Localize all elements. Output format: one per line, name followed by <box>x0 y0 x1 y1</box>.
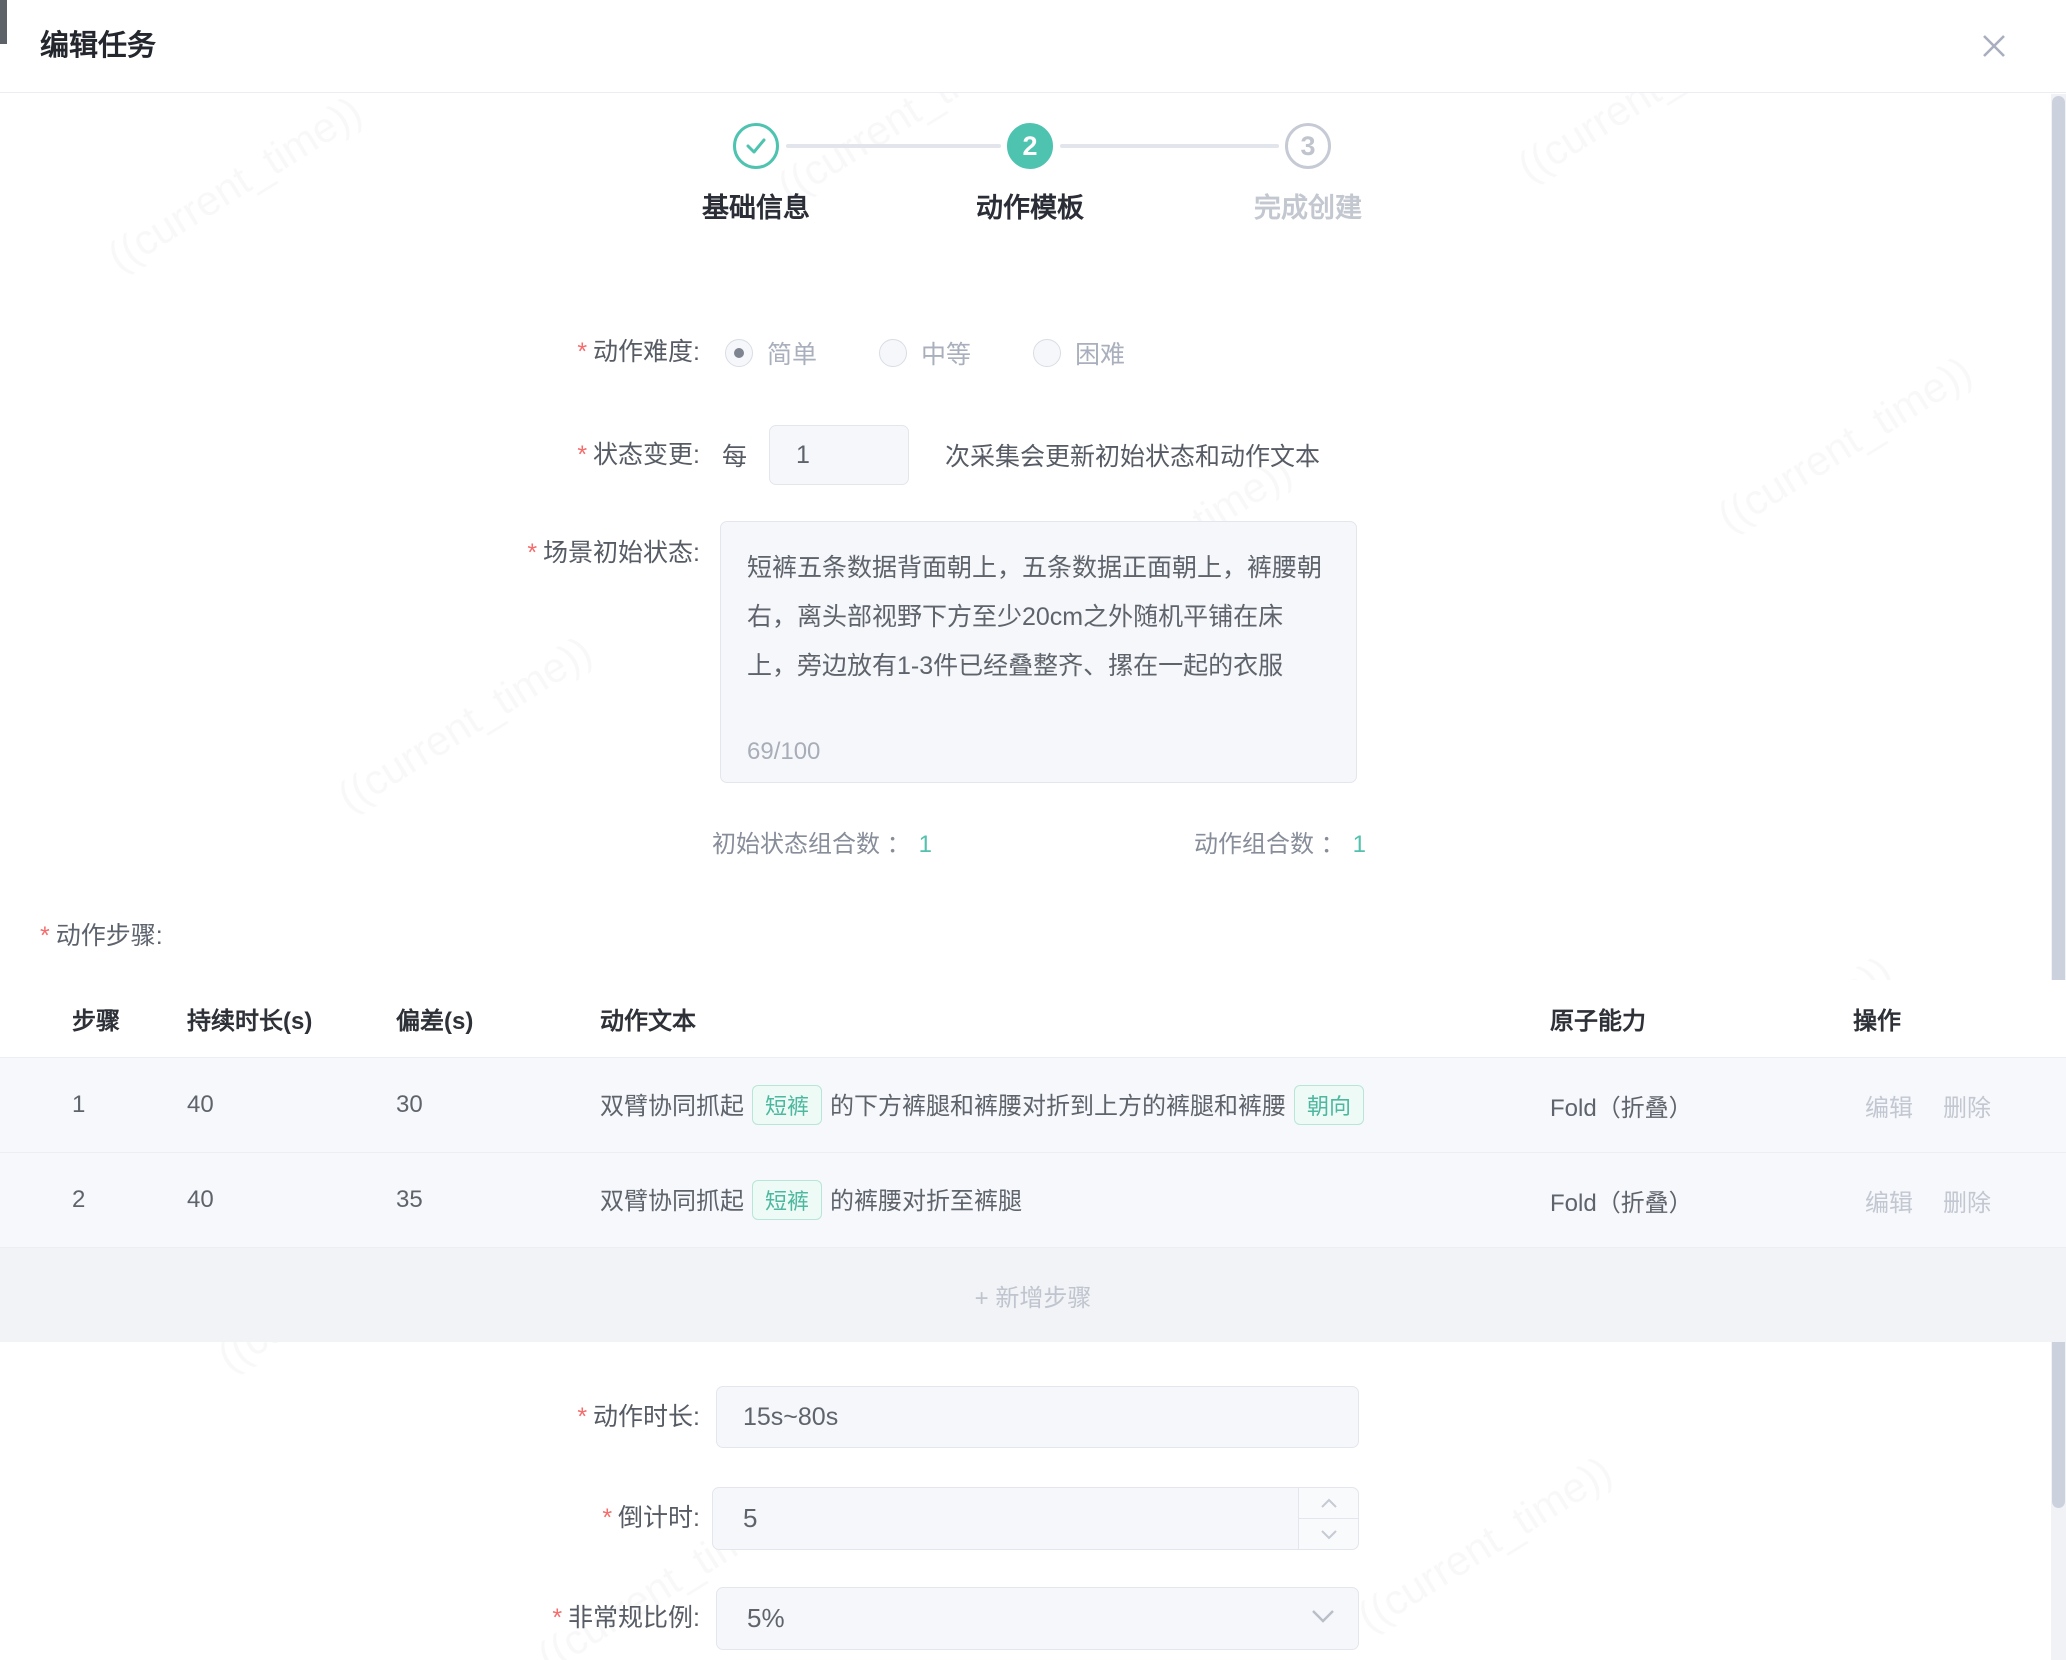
cell-action-text: 双臂协同抓起短裤的下方裤腿和裤腰对折到上方的裤腿和裤腰朝向 <box>600 1085 1550 1125</box>
state-change-suffix: 次采集会更新初始状态和动作文本 <box>945 437 1320 473</box>
object-tag: 短裤 <box>752 1180 822 1220</box>
step-3-circle[interactable]: 3 <box>1285 123 1331 169</box>
watermark-text: ((current_time)) <box>329 627 600 821</box>
close-icon[interactable] <box>1974 26 2014 66</box>
delete-link[interactable]: 删除 <box>1943 1183 1991 1218</box>
col-header-duration: 持续时长(s) <box>187 1001 396 1036</box>
orientation-tag: 朝向 <box>1294 1085 1364 1125</box>
required-asterisk: * <box>602 1504 612 1532</box>
countdown-input[interactable] <box>712 1487 1359 1550</box>
cell-duration: 40 <box>187 1091 396 1119</box>
state-change-input[interactable] <box>769 425 909 485</box>
scene-initial-textarea-wrap: 短裤五条数据背面朝上，五条数据正面朝上，裤腰朝右，离头部视野下方至少20cm之外… <box>720 521 1357 783</box>
table-row: 2 40 35 双臂协同抓起短裤的裤腰对折至裤腿 Fold（折叠） 编辑 删除 <box>0 1153 2066 1248</box>
radio-option-easy[interactable]: 简单 <box>725 335 817 371</box>
object-tag: 短裤 <box>752 1085 822 1125</box>
cell-operations: 编辑 删除 <box>1853 1088 2066 1123</box>
required-asterisk: * <box>577 1403 587 1431</box>
decrement-button[interactable] <box>1298 1519 1358 1549</box>
table-row: 1 40 30 双臂协同抓起短裤的下方裤腿和裤腰对折到上方的裤腿和裤腰朝向 Fo… <box>0 1058 2066 1153</box>
cell-deviation: 35 <box>396 1186 600 1214</box>
state-change-prefix: 每 <box>722 437 747 473</box>
modal-header: 编辑任务 <box>0 0 2066 93</box>
required-asterisk: * <box>527 539 537 567</box>
stepper-connector <box>1060 144 1279 148</box>
radio-label-hard: 困难 <box>1075 335 1125 371</box>
watermark-text: ((current_time)) <box>1349 1447 1620 1641</box>
window-edge <box>0 0 7 44</box>
difficulty-radio-group: 简单 中等 困难 <box>725 330 1187 375</box>
difficulty-label: *动作难度: <box>577 330 700 375</box>
character-counter: 69/100 <box>747 738 820 766</box>
action-steps-label: *动作步骤: <box>40 916 163 952</box>
cell-step: 1 <box>72 1091 187 1119</box>
required-asterisk: * <box>552 1604 562 1632</box>
cell-atomic-ability: Fold（折叠） <box>1550 1088 1853 1123</box>
state-change-row: 每 次采集会更新初始状态和动作文本 <box>722 425 1320 485</box>
edit-link[interactable]: 编辑 <box>1865 1183 1913 1218</box>
unusual-ratio-value: 5% <box>747 1603 785 1634</box>
unusual-ratio-select[interactable]: 5% <box>716 1587 1359 1650</box>
edit-link[interactable]: 编辑 <box>1865 1088 1913 1123</box>
col-header-operations: 操作 <box>1853 1001 2066 1036</box>
vertical-scrollbar-track[interactable] <box>2051 94 2066 1660</box>
action-duration-input[interactable] <box>716 1386 1359 1448</box>
step-2-circle[interactable]: 2 <box>1007 123 1053 169</box>
required-asterisk: * <box>40 922 50 950</box>
delete-link[interactable]: 删除 <box>1943 1088 1991 1123</box>
required-asterisk: * <box>577 338 587 366</box>
required-asterisk: * <box>577 441 587 469</box>
action-steps-table: 步骤 持续时长(s) 偏差(s) 动作文本 原子能力 操作 1 40 30 双臂… <box>0 980 2066 1342</box>
scene-initial-textarea[interactable]: 短裤五条数据背面朝上，五条数据正面朝上，裤腰朝右，离头部视野下方至少20cm之外… <box>747 544 1330 704</box>
initial-combo-value: 1 <box>919 831 932 858</box>
state-change-label: *状态变更: <box>577 425 700 485</box>
scene-initial-label: *场景初始状态: <box>527 528 700 578</box>
radio-icon-medium[interactable] <box>879 339 907 367</box>
col-header-atomic-ability: 原子能力 <box>1550 1001 1853 1036</box>
countdown-label: *倒计时: <box>602 1487 700 1550</box>
number-spinner <box>1298 1488 1358 1549</box>
action-combo-value: 1 <box>1353 831 1366 858</box>
col-header-action-text: 动作文本 <box>600 1001 1550 1036</box>
table-header-row: 步骤 持续时长(s) 偏差(s) 动作文本 原子能力 操作 <box>0 980 2066 1058</box>
step-label-finish-create: 完成创建 <box>1188 186 1428 225</box>
step-label-action-template: 动作模板 <box>910 186 1150 225</box>
action-duration-label: *动作时长: <box>577 1386 700 1448</box>
cell-action-text: 双臂协同抓起短裤的裤腰对折至裤腿 <box>600 1180 1550 1220</box>
add-step-button[interactable]: + 新增步骤 <box>0 1248 2066 1342</box>
countdown-stepper <box>712 1487 1359 1550</box>
radio-option-hard[interactable]: 困难 <box>1033 335 1125 371</box>
chevron-down-icon <box>1310 1608 1336 1624</box>
cell-operations: 编辑 删除 <box>1853 1183 2066 1218</box>
radio-label-medium: 中等 <box>921 335 971 371</box>
watermark-text: ((current_time)) <box>99 87 370 281</box>
watermark-text: ((current_time)) <box>1709 347 1980 541</box>
page-title: 编辑任务 <box>40 0 156 92</box>
radio-label-easy: 简单 <box>767 335 817 371</box>
step-1-check-icon[interactable] <box>733 123 779 169</box>
chevron-down-icon <box>1320 1529 1338 1540</box>
radio-icon-easy[interactable] <box>725 339 753 367</box>
cell-atomic-ability: Fold（折叠） <box>1550 1183 1853 1218</box>
initial-state-combo-count: 初始状态组合数 ：1 <box>712 824 932 859</box>
stepper-connector <box>786 144 1001 148</box>
action-combo-count: 动作组合数 ：1 <box>1194 824 1366 859</box>
col-header-deviation: 偏差(s) <box>396 1001 600 1036</box>
radio-icon-hard[interactable] <box>1033 339 1061 367</box>
chevron-up-icon <box>1320 1498 1338 1509</box>
radio-option-medium[interactable]: 中等 <box>879 335 971 371</box>
cell-duration: 40 <box>187 1186 396 1214</box>
increment-button[interactable] <box>1298 1488 1358 1519</box>
cell-deviation: 30 <box>396 1091 600 1119</box>
cell-step: 2 <box>72 1186 187 1214</box>
step-label-basic-info: 基础信息 <box>636 186 876 225</box>
unusual-ratio-label: *非常规比例: <box>552 1587 700 1650</box>
col-header-step: 步骤 <box>72 1001 187 1036</box>
